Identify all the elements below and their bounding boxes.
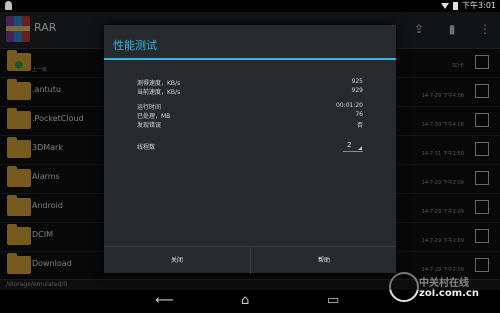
recent-apps-icon[interactable]: ▭	[327, 293, 339, 309]
android-icon	[5, 1, 12, 10]
spinner-arrow-icon	[358, 146, 362, 150]
wifi-icon	[441, 2, 450, 9]
stat-value: 925	[351, 78, 363, 85]
stat-label: 测得速度，KB/s	[137, 80, 181, 87]
home-icon[interactable]: ⌂	[241, 293, 249, 309]
stat-value: 929	[351, 87, 363, 94]
stat-label: 已处理，MB	[137, 113, 171, 120]
stat-processed: 已处理，MB 76	[137, 111, 363, 120]
stat-value: 00:01:20	[336, 102, 363, 109]
close-button[interactable]: 关闭	[104, 247, 250, 274]
threads-value: 2	[347, 141, 352, 149]
threads-spinner[interactable]: 2	[343, 140, 363, 152]
stat-label: 当前速度，KB/s	[137, 89, 181, 96]
threads-row: 线程数 2	[137, 140, 363, 152]
stat-value: 否	[356, 122, 363, 129]
back-icon[interactable]: ⟵	[155, 293, 174, 309]
stat-label: 运行时间	[137, 104, 162, 111]
status-bar: 下午3:01	[0, 0, 500, 12]
stat-elapsed-time: 运行时间 00:01:20	[137, 102, 363, 111]
status-right: 下午3:01	[441, 0, 496, 12]
title-divider	[104, 58, 396, 60]
stat-label: 发现错误	[137, 122, 162, 129]
stat-current-speed: 当前速度，KB/s 929	[137, 87, 363, 96]
stat-errors: 发现错误 否	[137, 120, 363, 129]
threads-label: 线程数	[137, 144, 156, 151]
battery-icon	[453, 1, 459, 10]
benchmark-dialog: 性能测试 测得速度，KB/s 925 当前速度，KB/s 929 运行时间 00…	[104, 25, 396, 274]
dialog-buttons: 关闭 帮助	[104, 246, 396, 274]
help-button[interactable]: 帮助	[251, 247, 397, 274]
stat-measured-speed: 测得速度，KB/s 925	[137, 78, 363, 87]
stat-value: 76	[355, 111, 363, 118]
dialog-title: 性能测试	[113, 39, 157, 52]
clock: 下午3:01	[462, 1, 496, 10]
